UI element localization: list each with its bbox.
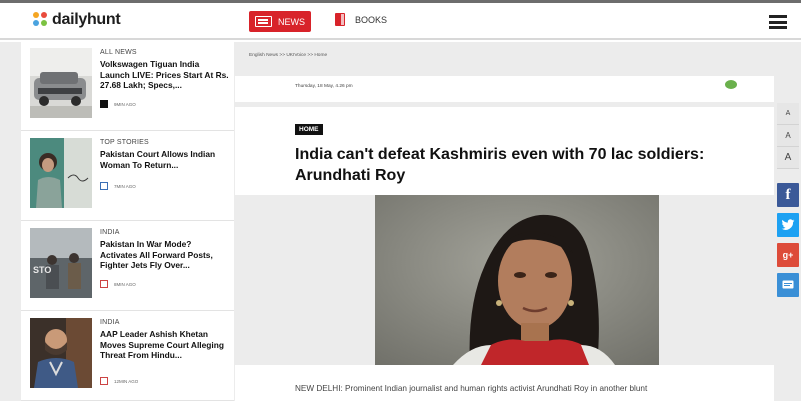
news-thumbnail: STO — [30, 228, 92, 298]
news-title[interactable]: Volkswagen Tiguan India Launch LIVE: Pri… — [100, 59, 230, 91]
breadcrumb[interactable]: English News >> UKIVoice >> Home — [249, 53, 327, 58]
article-body: NEW DELHI: Prominent Indian journalist a… — [235, 365, 774, 401]
news-category: ALL NEWS — [100, 49, 137, 56]
svg-text:STO: STO — [33, 265, 51, 275]
nav-books-tab[interactable]: BOOKS — [335, 13, 387, 26]
news-time: 7MIN AGO — [114, 183, 136, 189]
source-logo-icon — [100, 100, 108, 108]
source-logo-icon — [100, 280, 108, 288]
logo-dots-icon — [33, 12, 49, 28]
article-tag[interactable]: HOME — [295, 124, 323, 135]
publisher-logo-icon[interactable] — [722, 80, 742, 96]
logo-text: dailyhunt — [52, 11, 121, 28]
book-icon — [335, 13, 345, 26]
font-small-button[interactable]: A — [777, 103, 799, 125]
nav-news-label: NEWS — [278, 16, 305, 27]
twitter-icon[interactable] — [777, 213, 799, 237]
news-source: 9MIN AGO — [100, 100, 136, 108]
dailyhunt-logo[interactable]: dailyhunt — [33, 11, 121, 29]
news-category: TOP STORIES — [100, 139, 149, 146]
article-meta-bar: Thursday, 18 May, 4.26 pm — [235, 76, 774, 102]
font-large-button[interactable]: A — [777, 147, 799, 169]
news-source: 7MIN AGO — [100, 182, 136, 190]
nav-books-label: BOOKS — [355, 14, 388, 25]
source-logo-icon — [100, 182, 108, 190]
list-item[interactable]: ALL NEWS Volkswagen Tiguan India Launch … — [21, 42, 234, 131]
list-item[interactable]: TOP STORIES Pakistan Court Allows Indian… — [21, 132, 234, 221]
source-logo-icon — [100, 377, 108, 385]
news-thumbnail — [30, 318, 92, 388]
news-thumbnail — [30, 138, 92, 208]
newspaper-icon — [255, 16, 272, 27]
news-title[interactable]: Pakistan In War Mode? Activates All Forw… — [100, 239, 230, 271]
facebook-icon[interactable]: f — [777, 183, 799, 207]
article-body-text: NEW DELHI: Prominent Indian journalist a… — [295, 384, 648, 393]
news-source: 8MIN AGO — [100, 280, 136, 288]
browser-frame: dailyhunt NEWS BOOKS ALL NEWS Volkswagen… — [0, 0, 801, 401]
list-item[interactable]: STO INDIA Pakistan In War Mode? Activate… — [21, 222, 234, 311]
article-header: HOME India can't defeat Kashmiris even w… — [235, 107, 774, 195]
article-headline: India can't defeat Kashmiris even with 7… — [295, 146, 705, 184]
news-time: 8MIN AGO — [114, 281, 136, 287]
news-sidebar: ALL NEWS Volkswagen Tiguan India Launch … — [21, 42, 234, 401]
font-size-tools: A A A — [777, 103, 799, 169]
news-time: 12MIN AGO — [114, 378, 139, 384]
news-title[interactable]: Pakistan Court Allows Indian Woman To Re… — [100, 149, 230, 170]
top-header: dailyhunt NEWS BOOKS — [0, 3, 801, 40]
hamburger-menu-icon[interactable] — [769, 15, 787, 29]
news-category: INDIA — [100, 229, 120, 236]
news-thumbnail — [30, 48, 92, 118]
article-date: Thursday, 18 May, 4.26 pm — [295, 84, 353, 89]
font-medium-button[interactable]: A — [777, 125, 799, 147]
message-icon[interactable] — [777, 273, 799, 297]
news-category: INDIA — [100, 319, 120, 326]
nav-news-tab[interactable]: NEWS — [249, 11, 311, 32]
list-item[interactable]: INDIA AAP Leader Ashish Khetan Moves Sup… — [21, 312, 234, 401]
news-time: 9MIN AGO — [114, 101, 136, 107]
article-photo — [375, 195, 659, 365]
news-source: 12MIN AGO — [100, 377, 138, 385]
google-plus-icon[interactable]: g+ — [777, 243, 799, 267]
news-title[interactable]: AAP Leader Ashish Khetan Moves Supreme C… — [100, 329, 230, 361]
